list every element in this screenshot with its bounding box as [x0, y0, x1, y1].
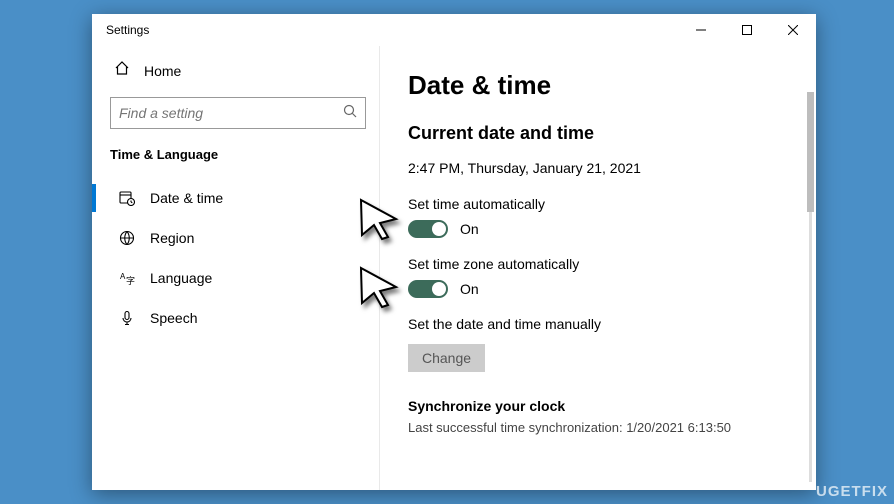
nav-label: Date & time [150, 190, 223, 206]
auto-time-label: Set time automatically [408, 196, 816, 212]
search-icon [343, 104, 357, 123]
nav-label: Region [150, 230, 194, 246]
svg-text:字: 字 [126, 275, 135, 286]
maximize-button[interactable] [724, 14, 770, 46]
titlebar: Settings [92, 14, 816, 46]
sidebar-item-date-time[interactable]: Date & time [104, 178, 376, 218]
page-heading: Date & time [408, 70, 816, 101]
sidebar-item-language[interactable]: A字 Language [104, 258, 376, 298]
auto-tz-label: Set time zone automatically [408, 256, 816, 272]
auto-tz-toggle[interactable] [408, 280, 448, 298]
sidebar-item-speech[interactable]: Speech [104, 298, 376, 338]
settings-window: Settings Home [92, 14, 816, 490]
microphone-icon [118, 310, 136, 326]
window-title: Settings [106, 23, 149, 37]
manual-label: Set the date and time manually [408, 316, 816, 332]
search-box[interactable] [110, 97, 366, 129]
main-pane: Date & time Current date and time 2:47 P… [380, 46, 816, 490]
auto-time-toggle-row: On [408, 220, 816, 238]
auto-time-toggle[interactable] [408, 220, 448, 238]
sidebar: Home Time & Language Date & time Region [92, 46, 380, 490]
home-icon [114, 60, 130, 81]
search-input[interactable] [119, 105, 343, 121]
sidebar-item-region[interactable]: Region [104, 218, 376, 258]
auto-tz-toggle-row: On [408, 280, 816, 298]
sync-last-line: Last successful time synchronization: 1/… [408, 420, 816, 435]
calendar-clock-icon [118, 190, 136, 206]
globe-icon [118, 230, 136, 246]
language-icon: A字 [118, 270, 136, 286]
nav-label: Speech [150, 310, 197, 326]
scrollbar-thumb[interactable] [807, 92, 814, 212]
home-label: Home [144, 63, 181, 79]
sidebar-section-label: Time & Language [104, 147, 376, 178]
cursor-annotation-icon [356, 195, 402, 246]
sync-heading: Synchronize your clock [408, 398, 816, 414]
content-area: Home Time & Language Date & time Region [92, 46, 816, 490]
home-row[interactable]: Home [104, 56, 376, 97]
window-controls [678, 14, 816, 46]
watermark: UGETFIX [816, 483, 888, 500]
current-datetime: 2:47 PM, Thursday, January 21, 2021 [408, 160, 816, 176]
nav-label: Language [150, 270, 212, 286]
cursor-annotation-icon [356, 263, 402, 314]
auto-tz-status: On [460, 281, 479, 297]
section-heading: Current date and time [408, 123, 816, 144]
close-button[interactable] [770, 14, 816, 46]
auto-time-status: On [460, 221, 479, 237]
change-button[interactable]: Change [408, 344, 485, 372]
minimize-button[interactable] [678, 14, 724, 46]
